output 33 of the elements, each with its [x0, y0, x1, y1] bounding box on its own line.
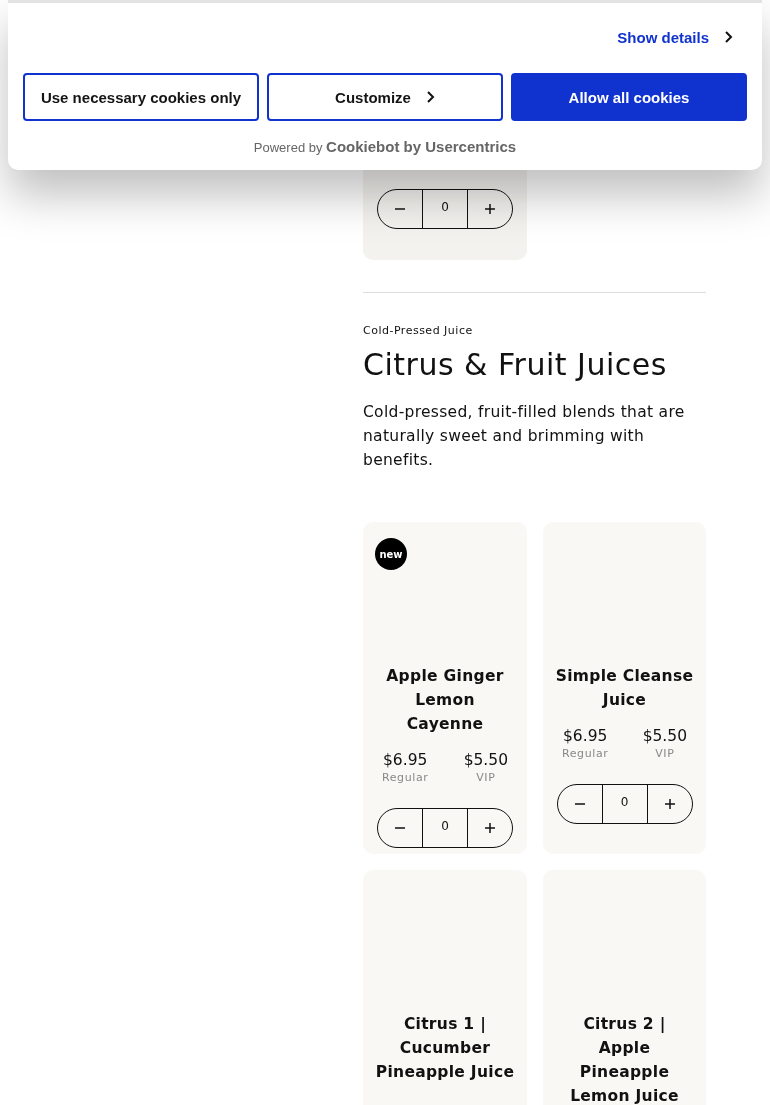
product-card[interactable]: Citrus 2 | Apple Pineapple Lemon Juice	[543, 870, 706, 1105]
price-label: VIP	[476, 771, 496, 784]
vip-price: $5.50	[463, 751, 508, 769]
product-name[interactable]: Apple Ginger Lemon Cayenne	[375, 664, 515, 736]
product-card[interactable]: Simple Cleanse Juice $6.95 Regular $5.50 VIP 0	[543, 522, 706, 854]
section-description: Cold-pressed, fruit-filled blends that are naturally sweet and brimming with benefits.	[363, 402, 686, 471]
chevron-right-icon	[723, 30, 733, 44]
product-name[interactable]: Citrus 2 | Apple Pineapple Lemon Juice	[555, 1012, 694, 1105]
cookie-button[interactable]: Customize	[267, 73, 503, 121]
cookie-button[interactable]: Allow all cookies	[511, 73, 747, 121]
product-name[interactable]: Simple Cleanse Juice	[555, 664, 694, 712]
regular-price: $6.95	[383, 751, 428, 769]
product-name[interactable]: Citrus 1 | Cucumber Pineapple Juice	[375, 1012, 515, 1084]
price-label: VIP	[655, 747, 675, 760]
price-label: Regular	[382, 771, 429, 784]
cookie-button[interactable]: Use necessary cookies only	[23, 73, 259, 121]
regular-price: $6.95	[563, 727, 608, 745]
new-badge: new	[375, 538, 407, 570]
quantity-value: 0	[422, 809, 468, 847]
vip-price: $5.50	[642, 727, 687, 745]
quantity-value: 0	[422, 190, 468, 228]
product-card[interactable]: new Apple Ginger Lemon Cayenne $6.95 Regular $5.50 VIP 0	[363, 522, 527, 854]
show-details-link[interactable]: Show details	[617, 28, 709, 46]
section-title: Citrus & Fruit Juices	[363, 347, 668, 382]
plus-icon	[663, 798, 676, 810]
plus-icon	[484, 203, 496, 215]
plus-icon	[484, 822, 496, 834]
powered-by-text: Powered by Cookiebot by Usercentrics	[252, 138, 518, 155]
category-label: Cold-Pressed Juice	[363, 324, 474, 337]
price-label: Regular	[562, 747, 609, 760]
chevron-right-icon	[424, 90, 435, 104]
product-card[interactable]: Citrus 1 | Cucumber Pineapple Juice	[363, 870, 527, 1105]
quantity-value: 0	[601, 785, 648, 823]
